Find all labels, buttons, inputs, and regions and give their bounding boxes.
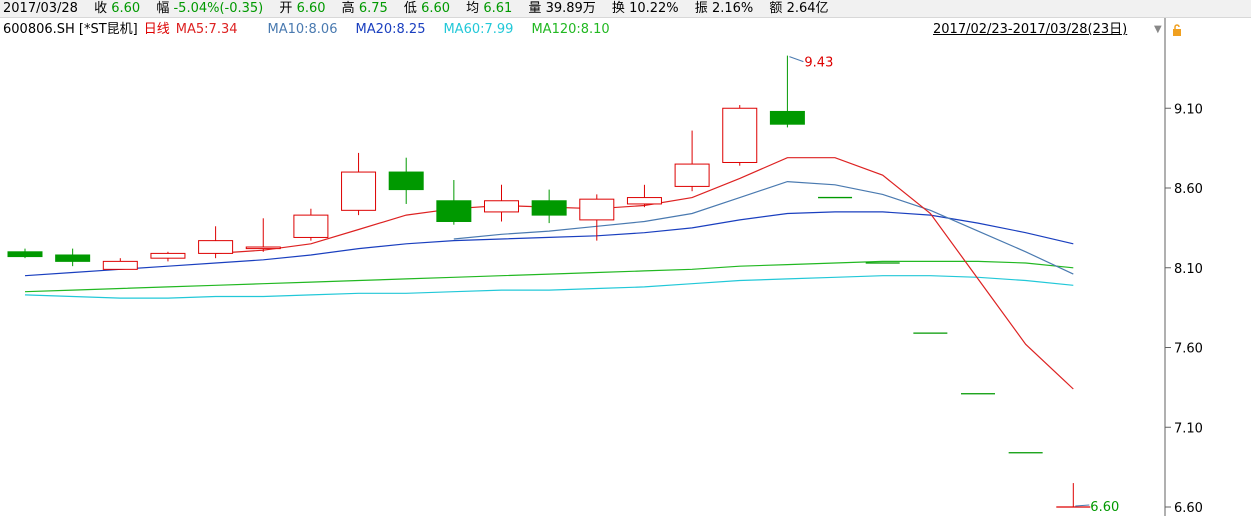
plot-area <box>0 18 1165 516</box>
amplitude-label: 振 <box>694 1 708 16</box>
candle-body <box>531 200 567 216</box>
turnover-value: 10.22% <box>629 1 679 16</box>
open-label: 开 <box>279 1 293 16</box>
y-tick-label-2: 8.10 <box>1174 262 1203 277</box>
amount-value: 2.64亿 <box>786 1 829 16</box>
y-tick-label-3: 7.60 <box>1174 342 1203 357</box>
low-label: 低 <box>403 1 417 16</box>
chevron-down-icon[interactable]: ▼ <box>1154 20 1162 40</box>
open-value: 6.60 <box>296 1 326 16</box>
y-tick-label-5: 6.60 <box>1174 501 1203 516</box>
volume-value: 39.89万 <box>545 1 596 16</box>
amount-label: 额 <box>769 1 783 16</box>
symbol-label: 600806.SH [*ST昆机] <box>3 22 138 37</box>
volume-label: 量 <box>528 1 542 16</box>
high-price-label: 9.43 <box>804 56 833 71</box>
candle-body <box>769 110 805 125</box>
candle-body <box>198 240 234 254</box>
candle-body <box>55 254 91 262</box>
candle-body <box>293 214 329 238</box>
quote-date: 2017/03/28 <box>3 1 78 16</box>
avg-value: 6.61 <box>483 1 513 16</box>
y-tick-label-4: 7.10 <box>1174 421 1203 436</box>
ma10-legend: MA10:8.06 <box>267 22 338 37</box>
candle-body <box>388 171 424 191</box>
candle-15 <box>722 105 758 166</box>
ma120-legend: MA120:8.10 <box>531 22 610 37</box>
ma20-legend: MA20:8.25 <box>355 22 426 37</box>
ma5-legend: MA5:7.34 <box>175 22 238 37</box>
candle-body <box>7 251 43 258</box>
y-tick-label-1: 8.60 <box>1174 182 1203 197</box>
candle-body <box>245 246 281 250</box>
amplitude-value: 2.16% <box>711 1 754 16</box>
candle-body <box>626 197 662 205</box>
quote-info-bar: 2017/03/28 收 6.60 幅 -5.04%(-0.35) 开 6.60… <box>0 0 1251 18</box>
change-value: -5.04%(-0.35) <box>173 1 264 16</box>
low-value: 6.60 <box>421 1 451 16</box>
ma60-legend: MA60:7.99 <box>443 22 514 37</box>
candle-body <box>579 198 615 221</box>
period-label: 日线 <box>143 22 170 37</box>
candle-body <box>102 260 138 270</box>
low-price-label: 6.60 <box>1090 500 1119 515</box>
candle-body <box>341 171 377 211</box>
candle-body <box>436 200 472 222</box>
high-value: 6.75 <box>358 1 388 16</box>
candle-body <box>484 200 519 213</box>
candle-body <box>150 252 186 259</box>
close-label: 收 <box>94 1 108 16</box>
high-label: 高 <box>341 1 355 16</box>
y-axis-ticks: 9.10 8.60 8.10 7.60 7.10 6.60 <box>1165 102 1203 516</box>
close-value: 6.60 <box>111 1 141 16</box>
y-tick-label-0: 9.10 <box>1174 102 1203 117</box>
candle-body <box>674 163 710 187</box>
turnover-label: 换 <box>611 1 625 16</box>
candlestick-chart[interactable]: 9.10 8.60 8.10 7.60 7.10 6.60 9.43 6.60 <box>0 0 1251 516</box>
change-label: 幅 <box>156 1 170 16</box>
date-range-selector[interactable]: 2017/02/23-2017/03/28(23日) <box>933 20 1127 40</box>
candle-body <box>722 107 758 163</box>
lock-icon[interactable] <box>1172 24 1182 36</box>
avg-label: 均 <box>466 1 480 16</box>
